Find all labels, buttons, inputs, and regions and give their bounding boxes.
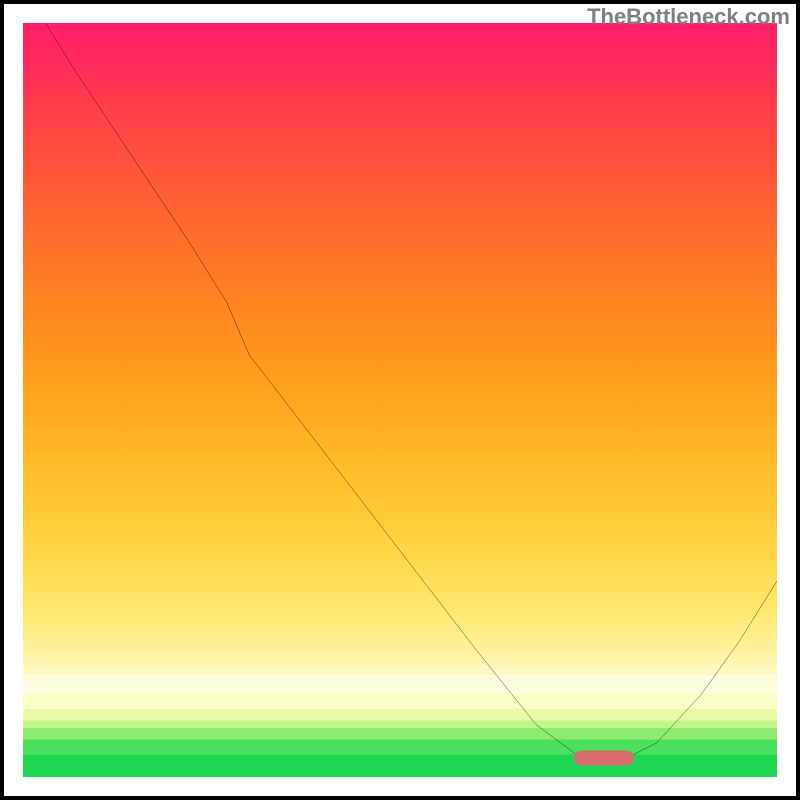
optimal-point-marker [574, 751, 634, 766]
bottleneck-curve [23, 23, 777, 777]
attribution-label: TheBottleneck.com [587, 4, 790, 30]
plot-area [23, 23, 777, 777]
